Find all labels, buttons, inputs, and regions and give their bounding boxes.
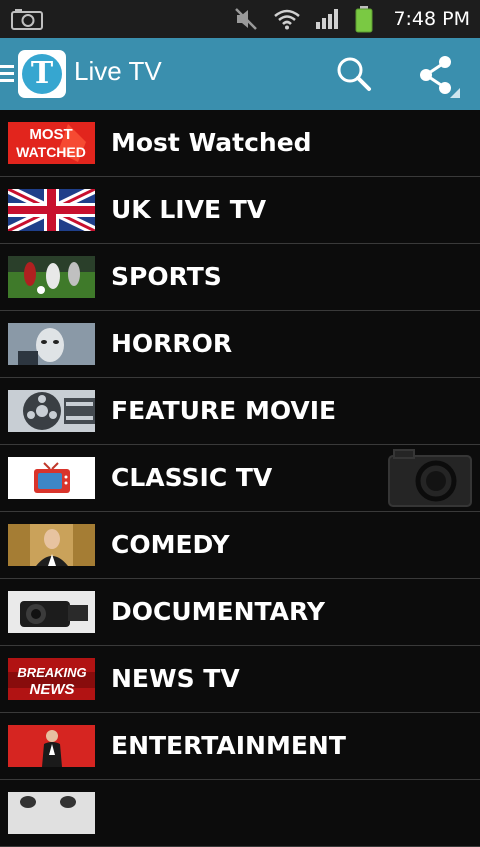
list-item-label: UK LIVE TV [111,195,267,224]
breaking-news-thumbnail: BREAKING NEWS [8,658,95,700]
share-icon[interactable] [414,52,460,98]
thumb-text-news: NEWS [30,681,75,698]
camera-icon[interactable] [388,449,472,507]
horror-thumbnail [8,323,95,365]
list-item-uk-live-tv[interactable]: UK LIVE TV [0,177,480,244]
classic-tv-thumbnail [8,457,95,499]
app-logo-letter: T [22,54,62,94]
list-item-label: ENTERTAINMENT [111,731,346,760]
signal-icon [316,9,339,29]
entertainment-thumbnail [8,725,95,767]
mute-icon [235,8,258,30]
union-jack-thumbnail [8,189,95,231]
comedy-thumbnail [8,524,95,566]
thumb-text-watched: WATCHED [16,144,86,160]
battery-icon [355,6,373,33]
list-item-partial[interactable] [0,780,480,847]
list-item-horror[interactable]: HORROR [0,311,480,378]
documentary-thumbnail [8,591,95,633]
partial-thumbnail [8,792,95,834]
camera-icon [11,9,43,30]
action-bar: T Live TV [0,38,480,110]
list-item-entertainment[interactable]: ENTERTAINMENT [0,713,480,780]
search-icon[interactable] [334,54,374,94]
list-item-feature-movie[interactable]: FEATURE MOVIE [0,378,480,445]
list-item-label: Most Watched [111,128,312,157]
list-item-label: COMEDY [111,530,230,559]
menu-icon[interactable] [0,65,14,83]
list-item-label: FEATURE MOVIE [111,396,337,425]
list-item-documentary[interactable]: DOCUMENTARY [0,579,480,646]
page-title: Live TV [74,56,162,86]
list-item-news-tv[interactable]: BREAKING NEWS NEWS TV [0,646,480,713]
thumb-text-most: MOST [29,126,72,143]
list-item-label: SPORTS [111,262,222,291]
list-item-most-watched[interactable]: MOST WATCHED Most Watched [0,110,480,177]
app-logo[interactable]: T [18,50,66,98]
list-item-sports[interactable]: SPORTS [0,244,480,311]
list-item-comedy[interactable]: COMEDY [0,512,480,579]
list-item-label: DOCUMENTARY [111,597,325,626]
list-item-label: CLASSIC TV [111,463,273,492]
list-item-label: NEWS TV [111,664,240,693]
most-watched-thumbnail: MOST WATCHED [8,122,95,164]
film-reel-thumbnail [8,390,95,432]
status-bar: 7:48 PM [0,0,480,38]
sports-thumbnail [8,256,95,298]
clock-time: 7:48 PM [393,8,470,30]
wifi-icon [274,9,301,30]
list-item-label: HORROR [111,329,233,358]
thumb-text-breaking: BREAKING [17,665,86,680]
